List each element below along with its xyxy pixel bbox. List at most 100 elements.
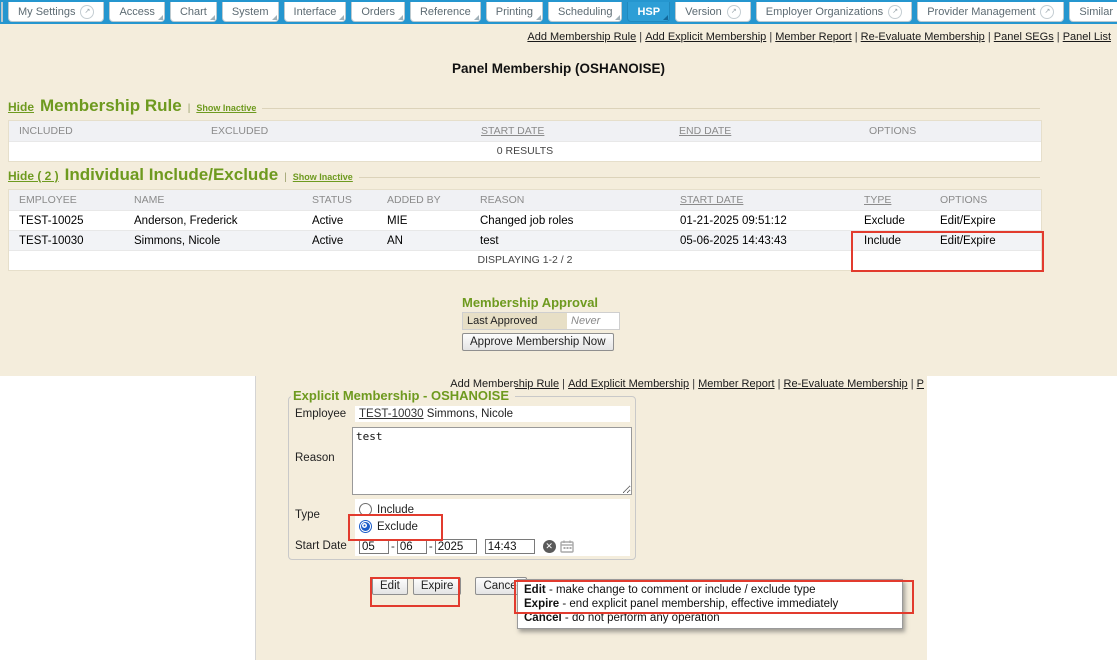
- last-approved-label: Last Approved: [463, 313, 567, 329]
- panel-list-link[interactable]: Panel List: [1063, 31, 1111, 43]
- radio-include[interactable]: [359, 503, 372, 516]
- membership-approval-title: Membership Approval: [462, 295, 632, 310]
- col-start-date[interactable]: START DATE: [471, 123, 669, 139]
- col-added-by: ADDED BY: [377, 192, 470, 208]
- add-explicit-membership-link[interactable]: Add Explicit Membership: [645, 31, 766, 43]
- popout-icon[interactable]: [888, 5, 902, 19]
- paging-status: DISPLAYING 1-2 / 2: [9, 250, 1041, 270]
- col-name: NAME: [124, 192, 302, 208]
- add-membership-rule-link[interactable]: Add Membership Rule: [527, 31, 636, 43]
- col-end-date[interactable]: END DATE: [669, 123, 859, 139]
- col-options: OPTIONS: [930, 192, 1041, 208]
- cell-employee: TEST-10025: [9, 213, 124, 229]
- hide-membership-rule-link[interactable]: Hide: [8, 100, 34, 114]
- tab-hsp[interactable]: HSP: [627, 2, 670, 22]
- col-start-date[interactable]: START DATE: [670, 192, 854, 208]
- col-employee: EMPLOYEE: [9, 192, 124, 208]
- table-row: TEST-10025 Anderson, Frederick Active MI…: [9, 210, 1041, 230]
- tab-reference[interactable]: Reference: [410, 2, 481, 22]
- type-option-exclude[interactable]: Exclude: [359, 518, 626, 535]
- cell-start-date: 01-21-2025 09:51:12: [670, 213, 854, 229]
- member-report-link[interactable]: Member Report: [698, 378, 774, 390]
- expire-button[interactable]: Expire: [413, 577, 462, 595]
- truncated-link[interactable]: P: [917, 378, 924, 390]
- cell-start-date: 05-06-2025 14:43:43: [670, 233, 854, 249]
- tab-orders[interactable]: Orders: [351, 2, 405, 22]
- tab-scheduling[interactable]: Scheduling: [548, 2, 622, 22]
- approve-membership-now-button[interactable]: Approve Membership Now: [462, 333, 614, 351]
- re-evaluate-membership-link[interactable]: Re-Evaluate Membership: [861, 31, 985, 43]
- cell-status: Active: [302, 213, 377, 229]
- day-input[interactable]: [397, 539, 427, 554]
- add-explicit-membership-link[interactable]: Add Explicit Membership: [568, 378, 689, 390]
- tab-interface[interactable]: Interface: [284, 2, 347, 22]
- month-input[interactable]: [359, 539, 389, 554]
- show-inactive-link[interactable]: Show Inactive: [196, 103, 256, 113]
- individual-include-exclude-header: Hide ( 2 ) Individual Include/Exclude | …: [8, 166, 1040, 185]
- col-included: INCLUDED: [9, 123, 201, 139]
- popout-icon[interactable]: [80, 5, 94, 19]
- radio-exclude[interactable]: [359, 520, 372, 533]
- popout-icon[interactable]: [727, 5, 741, 19]
- membership-rule-title: Membership Rule: [40, 97, 182, 116]
- type-option-include[interactable]: Include: [359, 501, 626, 518]
- cell-type: Include: [854, 233, 930, 249]
- employee-name: Simmons, Nicole: [427, 408, 513, 420]
- tab-access[interactable]: Access: [109, 2, 164, 22]
- col-reason: REASON: [470, 192, 670, 208]
- panel-segs-link[interactable]: Panel SEGs: [994, 31, 1054, 43]
- action-links: Add Membership Rule Add Explicit Membersh…: [527, 31, 1111, 43]
- tab-my-settings[interactable]: My Settings: [8, 2, 104, 22]
- clear-date-icon[interactable]: ✕: [543, 540, 556, 553]
- year-input[interactable]: [435, 539, 477, 554]
- tab-printing[interactable]: Printing: [486, 2, 543, 22]
- tooltip-line-cancel: Cancel - do not perform any operation: [524, 611, 896, 625]
- fieldset-legend: Explicit Membership - OSHANOISE: [291, 388, 515, 403]
- tab-system[interactable]: System: [222, 2, 279, 22]
- action-links: Add Membership RuleAdd Explicit Membersh…: [450, 378, 924, 390]
- tab-provider-management[interactable]: Provider Management: [917, 2, 1064, 22]
- cell-name: Simmons, Nicole: [124, 233, 302, 249]
- edit-button[interactable]: Edit: [372, 577, 408, 595]
- employee-id-link[interactable]: TEST-10030: [359, 408, 424, 420]
- time-input[interactable]: [485, 539, 535, 554]
- cell-employee: TEST-10030: [9, 233, 124, 249]
- tab-chart[interactable]: Chart: [170, 2, 217, 22]
- last-approved-value: Never: [567, 313, 619, 329]
- page-title: Panel Membership (OSHANOISE): [0, 61, 1117, 76]
- individual-include-exclude-title: Individual Include/Exclude: [65, 166, 279, 185]
- hide-individual-link[interactable]: Hide ( 2 ): [8, 169, 59, 183]
- table-header-row: EMPLOYEE NAME STATUS ADDED BY REASON STA…: [9, 190, 1041, 210]
- explicit-membership-fieldset: Explicit Membership - OSHANOISE Employee…: [288, 396, 636, 560]
- tooltip-line-expire: Expire - end explicit panel membership, …: [524, 597, 896, 611]
- start-date-label: Start Date: [292, 537, 355, 556]
- cell-reason: test: [470, 233, 670, 249]
- cell-type: Exclude: [854, 213, 930, 229]
- col-type[interactable]: TYPE: [854, 192, 930, 208]
- popout-icon[interactable]: [1040, 5, 1054, 19]
- panel-membership-page: Add Membership Rule Add Explicit Membersh…: [0, 24, 1117, 376]
- buttons-help-tooltip: Edit - make change to comment or include…: [517, 579, 903, 629]
- col-excluded: EXCLUDED: [201, 123, 471, 139]
- tab-partial[interactable]: [1, 2, 3, 22]
- popout-icon: [1, 5, 3, 19]
- membership-rule-table: INCLUDED EXCLUDED START DATE END DATE OP…: [8, 120, 1042, 162]
- re-evaluate-membership-link[interactable]: Re-Evaluate Membership: [784, 378, 908, 390]
- cell-reason: Changed job roles: [470, 213, 670, 229]
- type-label: Type: [292, 499, 355, 537]
- tab-similar-exposure-groups[interactable]: Similar Exposure Groups (SEGs): [1069, 2, 1117, 22]
- explicit-membership-page: Add Membership RuleAdd Explicit Membersh…: [255, 376, 927, 660]
- show-inactive-link[interactable]: Show Inactive: [293, 172, 353, 182]
- member-report-link[interactable]: Member Report: [775, 31, 851, 43]
- reason-label: Reason: [292, 426, 355, 464]
- cell-added-by: MIE: [377, 213, 470, 229]
- calendar-icon[interactable]: [560, 540, 574, 553]
- reason-textarea[interactable]: test: [352, 427, 632, 495]
- membership-rule-header: Hide Membership Rule | Show Inactive: [8, 97, 1040, 116]
- employee-label: Employee: [292, 406, 355, 422]
- cell-options-edit-expire[interactable]: Edit/Expire: [930, 213, 1041, 229]
- tab-version[interactable]: Version: [675, 2, 751, 22]
- cell-options-edit-expire[interactable]: Edit/Expire: [930, 233, 1041, 249]
- start-date-row: Start Date - - ✕: [292, 537, 630, 556]
- tab-employer-organizations[interactable]: Employer Organizations: [756, 2, 912, 22]
